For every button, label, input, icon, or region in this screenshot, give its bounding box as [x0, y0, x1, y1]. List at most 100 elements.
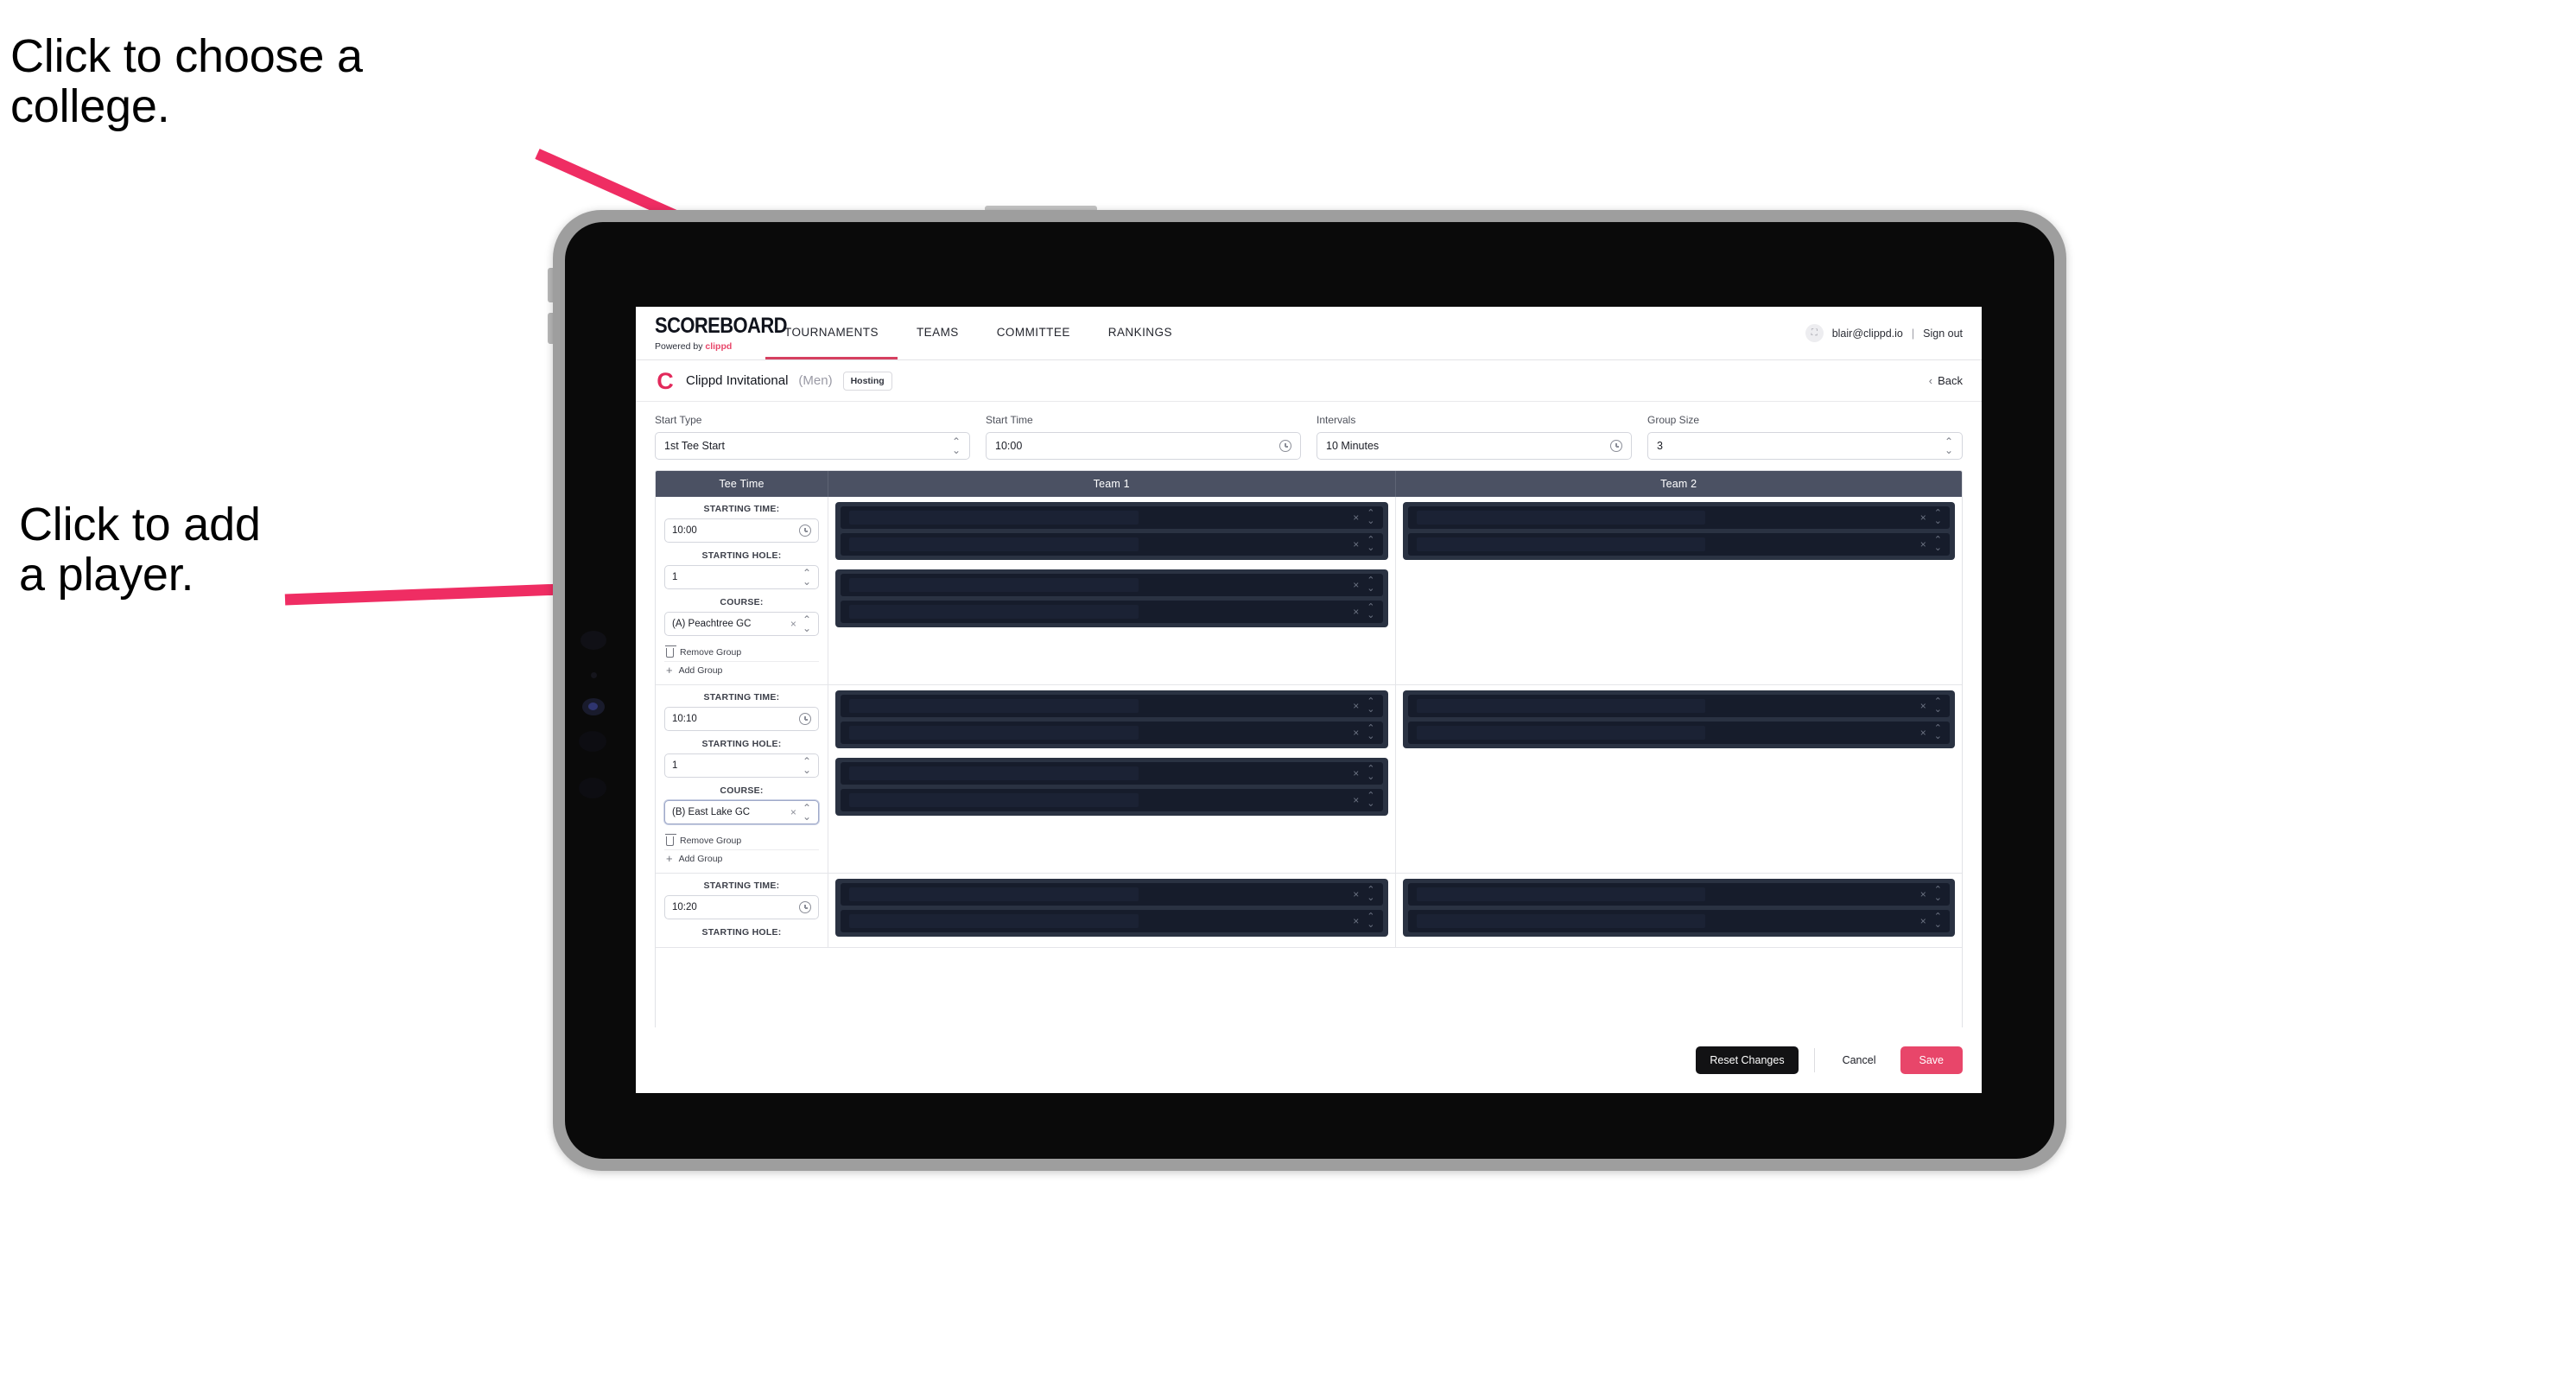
remove-group-button[interactable]: Remove Group	[664, 832, 819, 850]
player-select-row[interactable]: × ⌃ ⌄	[841, 883, 1383, 906]
clear-player-icon[interactable]: ×	[1920, 888, 1926, 900]
player-select-row[interactable]: × ⌃ ⌄	[841, 695, 1383, 717]
clear-player-icon[interactable]: ×	[1353, 727, 1359, 739]
clear-player-icon[interactable]: ×	[1353, 700, 1359, 712]
player-name-redacted	[1416, 914, 1706, 928]
clear-player-icon[interactable]: ×	[1920, 727, 1926, 739]
player-stepper-icon[interactable]: ⌃ ⌄	[1934, 697, 1942, 715]
starting-time-input[interactable]: 10:00	[664, 518, 819, 543]
clear-player-icon[interactable]: ×	[1920, 512, 1926, 524]
clear-player-icon[interactable]: ×	[1353, 794, 1359, 806]
starting-hole-input[interactable]: 1 ⌃ ⌄	[664, 565, 819, 589]
player-stepper-icon[interactable]: ⌃ ⌄	[1367, 792, 1374, 809]
player-select-row[interactable]: × ⌃ ⌄	[841, 910, 1383, 932]
tee-sheet-controls: Start Type 1st Tee Start ⌃ ⌄ Start Time 10:00…	[636, 402, 1982, 470]
cancel-button[interactable]: Cancel	[1830, 1046, 1888, 1074]
player-select-row[interactable]: × ⌃ ⌄	[841, 533, 1383, 556]
team-1-cell[interactable]: × ⌃ ⌄ × ⌃ ⌄ × ⌃ ⌄ × ⌃ ⌄	[828, 685, 1396, 873]
save-button[interactable]: Save	[1900, 1046, 1963, 1074]
clock-icon[interactable]	[799, 525, 811, 537]
starting-hole-input[interactable]: 1 ⌃ ⌄	[664, 753, 819, 778]
add-group-button[interactable]: + Add Group	[664, 662, 819, 679]
starting-hole-value: 1	[672, 572, 678, 582]
player-stepper-icon[interactable]: ⌃ ⌄	[1367, 765, 1374, 782]
player-select-row[interactable]: × ⌃ ⌄	[1407, 695, 1950, 717]
clock-icon[interactable]	[1279, 440, 1291, 452]
team-2-cell[interactable]: × ⌃ ⌄ × ⌃ ⌄	[1396, 874, 1963, 947]
player-select-row[interactable]: × ⌃ ⌄	[1407, 506, 1950, 529]
player-stepper-icon[interactable]: ⌃ ⌄	[1934, 886, 1942, 903]
clear-player-icon[interactable]: ×	[1920, 700, 1926, 712]
player-stepper-icon[interactable]: ⌃ ⌄	[1367, 509, 1374, 526]
player-stepper-icon[interactable]: ⌃ ⌄	[1367, 576, 1374, 594]
clear-player-icon[interactable]: ×	[1353, 915, 1359, 927]
hole-stepper-icon[interactable]: ⌃ ⌄	[803, 568, 811, 587]
player-select-row[interactable]: × ⌃ ⌄	[1407, 883, 1950, 906]
player-stepper-icon[interactable]: ⌃ ⌄	[1367, 912, 1374, 930]
team-1-cell[interactable]: × ⌃ ⌄ × ⌃ ⌄ × ⌃ ⌄ × ⌃ ⌄	[828, 497, 1396, 684]
course-stepper-icon[interactable]: ⌃ ⌄	[803, 614, 811, 633]
tab-committee[interactable]: COMMITTEE	[978, 307, 1089, 359]
back-button[interactable]: ‹ Back	[1929, 374, 1963, 387]
clear-player-icon[interactable]: ×	[1353, 512, 1359, 524]
control-field[interactable]: 10 Minutes	[1317, 432, 1632, 460]
tab-teams[interactable]: TEAMS	[898, 307, 978, 359]
player-stepper-icon[interactable]: ⌃ ⌄	[1367, 886, 1374, 903]
add-group-button[interactable]: + Add Group	[664, 850, 819, 868]
scoreboard-app: SCOREBOARD Powered by clippd TOURNAMENTS…	[636, 307, 1982, 1093]
clear-player-icon[interactable]: ×	[1353, 767, 1359, 779]
hole-stepper-icon[interactable]: ⌃ ⌄	[803, 756, 811, 775]
player-select-row[interactable]: × ⌃ ⌄	[841, 601, 1383, 623]
starting-time-input[interactable]: 10:20	[664, 895, 819, 919]
tab-rankings[interactable]: RANKINGS	[1089, 307, 1191, 359]
player-select-row[interactable]: × ⌃ ⌄	[1407, 533, 1950, 556]
player-stepper-icon[interactable]: ⌃ ⌄	[1367, 536, 1374, 553]
player-select-row[interactable]: × ⌃ ⌄	[1407, 910, 1950, 932]
brand-subtitle: Powered by clippd	[655, 341, 765, 352]
team-2-cell[interactable]: × ⌃ ⌄ × ⌃ ⌄	[1396, 497, 1963, 684]
account-area: ⛶ blair@clippd.io | Sign out	[1805, 307, 1982, 359]
stepper-icon[interactable]: ⌃ ⌄	[1945, 436, 1953, 455]
team-2-cell[interactable]: × ⌃ ⌄ × ⌃ ⌄	[1396, 685, 1963, 873]
clear-player-icon[interactable]: ×	[1920, 538, 1926, 550]
player-select-row[interactable]: × ⌃ ⌄	[841, 506, 1383, 529]
clear-player-icon[interactable]: ×	[1353, 538, 1359, 550]
course-label: COURSE:	[720, 597, 764, 607]
player-stepper-icon[interactable]: ⌃ ⌄	[1934, 509, 1942, 526]
player-select-row[interactable]: × ⌃ ⌄	[841, 722, 1383, 744]
course-stepper-icon[interactable]: ⌃ ⌄	[803, 803, 811, 822]
clear-player-icon[interactable]: ×	[1353, 579, 1359, 591]
clock-icon[interactable]	[1610, 440, 1622, 452]
clear-player-icon[interactable]: ×	[1920, 915, 1926, 927]
clear-player-icon[interactable]: ×	[1353, 888, 1359, 900]
player-select-row[interactable]: × ⌃ ⌄	[1407, 722, 1950, 744]
starting-time-input[interactable]: 10:10	[664, 707, 819, 731]
clear-course-icon[interactable]: ×	[790, 618, 796, 630]
control-field[interactable]: 3 ⌃ ⌄	[1647, 432, 1963, 460]
clock-icon[interactable]	[799, 713, 811, 725]
player-select-row[interactable]: × ⌃ ⌄	[841, 762, 1383, 785]
team-1-cell[interactable]: × ⌃ ⌄ × ⌃ ⌄	[828, 874, 1396, 947]
player-stepper-icon[interactable]: ⌃ ⌄	[1934, 912, 1942, 930]
control-field[interactable]: 1st Tee Start ⌃ ⌄	[655, 432, 970, 460]
course-select[interactable]: (B) East Lake GC × ⌃ ⌄	[664, 800, 819, 824]
table-body[interactable]: STARTING TIME: 10:00 STARTING HOLE: 1 ⌃ ⌄ COUR…	[656, 497, 1962, 1052]
player-stepper-icon[interactable]: ⌃ ⌄	[1934, 724, 1942, 741]
sign-out-link[interactable]: Sign out	[1923, 327, 1963, 340]
remove-group-button[interactable]: Remove Group	[664, 644, 819, 662]
control-field[interactable]: 10:00	[986, 432, 1301, 460]
stepper-icon[interactable]: ⌃ ⌄	[952, 436, 961, 455]
clear-player-icon[interactable]: ×	[1353, 606, 1359, 618]
player-stepper-icon[interactable]: ⌃ ⌄	[1367, 724, 1374, 741]
user-avatar-icon[interactable]: ⛶	[1805, 324, 1824, 342]
player-select-row[interactable]: × ⌃ ⌄	[841, 789, 1383, 811]
clear-course-icon[interactable]: ×	[790, 806, 796, 818]
player-stepper-icon[interactable]: ⌃ ⌄	[1367, 603, 1374, 620]
brand-logo[interactable]: SCOREBOARD Powered by clippd	[636, 307, 788, 359]
clock-icon[interactable]	[799, 901, 811, 913]
player-stepper-icon[interactable]: ⌃ ⌄	[1367, 697, 1374, 715]
player-select-row[interactable]: × ⌃ ⌄	[841, 574, 1383, 596]
reset-changes-button[interactable]: Reset Changes	[1696, 1046, 1799, 1074]
course-select[interactable]: (A) Peachtree GC × ⌃ ⌄	[664, 612, 819, 636]
player-stepper-icon[interactable]: ⌃ ⌄	[1934, 536, 1942, 553]
